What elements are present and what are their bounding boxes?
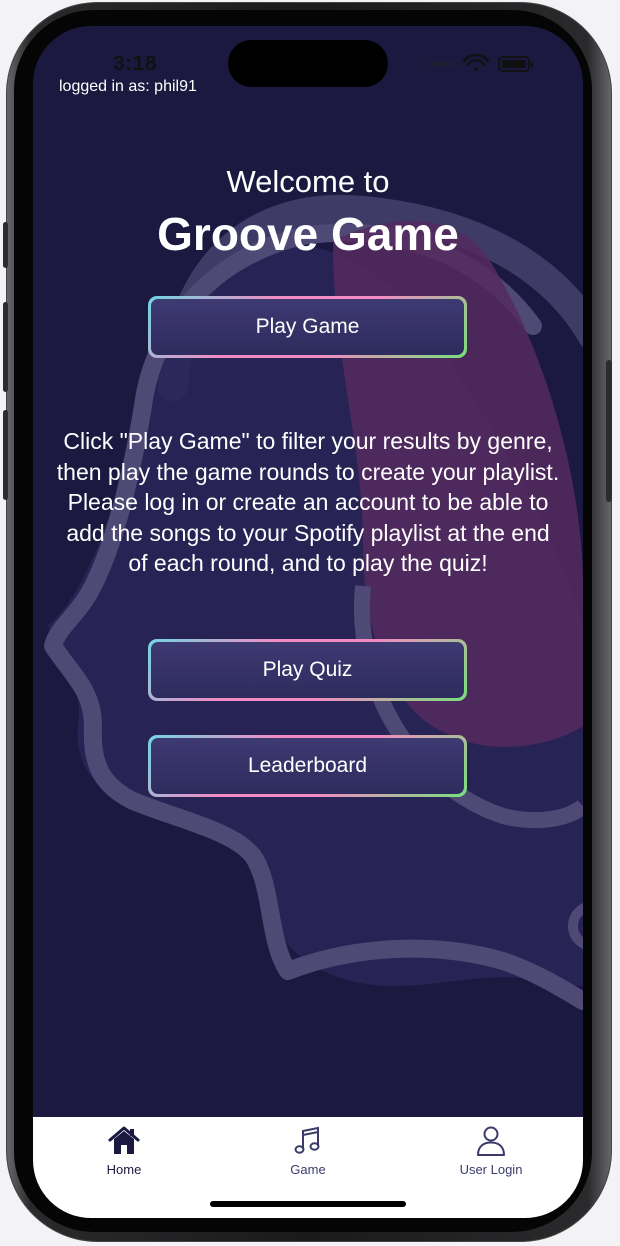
user-icon [477,1126,505,1156]
battery-icon [498,56,533,72]
music-note-icon [294,1126,320,1154]
home-icon [108,1126,140,1154]
app-title: Groove Game [157,208,459,260]
play-game-button[interactable]: Play Game [148,296,467,358]
tab-home-label: Home [106,1162,142,1177]
instructions-text: Click "Play Game" to filter your results… [56,428,560,576]
home-indicator [210,1201,406,1207]
dynamic-island [228,40,388,87]
status-icons [429,54,533,72]
welcome-text: Welcome to [226,164,390,199]
app-screen: 3:18 logged in as: phil91 Welcome to Gro… [33,26,583,1218]
leaderboard-button[interactable]: Leaderboard [148,735,467,797]
tab-home[interactable]: Home [44,1117,204,1197]
power-button [606,360,612,502]
status-time: 3:18 [113,52,158,75]
action-button [3,222,8,268]
tab-user-login-label: User Login [459,1162,523,1177]
logged-in-label: logged in as: phil91 [59,78,197,95]
play-quiz-button[interactable]: Play Quiz [148,639,467,701]
tab-game-label: Game [290,1162,326,1177]
leaderboard-label: Leaderboard [151,738,464,794]
play-quiz-label: Play Quiz [151,642,464,698]
wifi-icon [462,54,490,71]
volume-up-button [3,302,8,392]
signal-icon [429,61,456,67]
tab-game[interactable]: Game [228,1117,388,1197]
play-game-label: Play Game [151,299,464,355]
tab-user-login[interactable]: User Login [411,1117,571,1197]
volume-down-button [3,410,8,500]
